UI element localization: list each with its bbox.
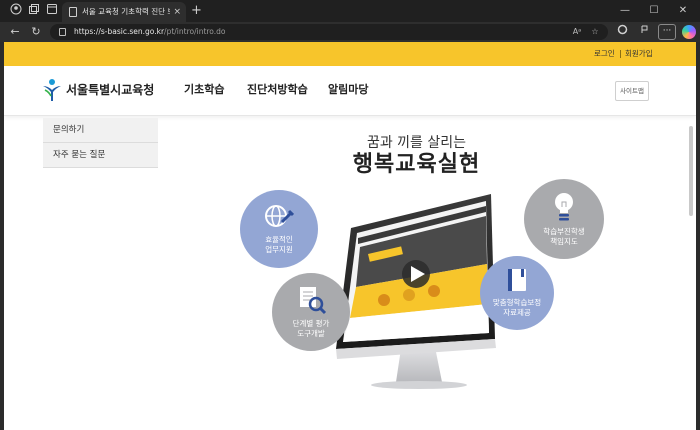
feature-label-2b: 도구개발 <box>297 329 325 338</box>
tab-title: 서울 교육청 기초학력 진단 보정 <box>82 7 170 16</box>
page-viewport: 로그인 회원가입 서울특별시교육청 기초학습 진단처방학습 알림마당 사이트맵 … <box>4 42 696 430</box>
favorite-star-icon[interactable]: ☆ <box>588 25 602 39</box>
close-window-button[interactable]: ✕ <box>672 2 694 20</box>
lightbulb-icon <box>555 193 573 221</box>
tab-actions-icon[interactable] <box>44 3 60 19</box>
url-text[interactable]: https://s-basic.sen.go.kr/pt/intro/intro… <box>74 26 226 38</box>
url-host: https://s-basic.sen.go.kr <box>74 27 165 36</box>
scrollbar-thumb[interactable] <box>689 126 693 216</box>
minimize-button[interactable]: — <box>614 2 636 20</box>
address-bar[interactable]: https://s-basic.sen.go.kr/pt/intro/intro… <box>50 24 608 40</box>
feature-label-3a: 학습부진학생 <box>543 227 585 236</box>
book-icon <box>508 269 526 291</box>
feature-label-1a: 효율적인 <box>265 235 293 244</box>
navigation-bar: ← ↻ https://s-basic.sen.go.kr/pt/intro/i… <box>0 22 700 42</box>
feature-efficient-support[interactable]: 효율적인 업무지원 <box>240 190 318 268</box>
extensions-icon[interactable] <box>614 24 630 40</box>
tab-bar: 서울 교육청 기초학력 진단 보정 × + — ☐ ✕ <box>0 0 700 22</box>
magnifier-document-icon <box>300 287 327 315</box>
read-aloud-icon[interactable]: Aᵃ <box>570 25 584 39</box>
favorites-icon[interactable] <box>636 24 652 40</box>
reload-button[interactable]: ↻ <box>28 24 44 40</box>
new-tab-button[interactable]: + <box>191 3 202 19</box>
feature-label-4b: 자료제공 <box>503 308 531 317</box>
url-path: /pt/intro/intro.do <box>164 27 226 36</box>
copilot-icon[interactable] <box>682 25 696 39</box>
feature-label-4a: 맞춤형학습보정 <box>492 298 542 307</box>
feature-label-2a: 단계별 평가 <box>292 319 330 328</box>
page-icon <box>69 7 77 17</box>
workspaces-icon[interactable] <box>26 3 42 19</box>
feature-custom-materials[interactable]: 맞춤형학습보정 자료제공 <box>480 256 554 330</box>
lock-icon <box>59 28 66 36</box>
back-button[interactable]: ← <box>7 24 23 40</box>
globe-wrench-icon <box>265 205 294 227</box>
feature-label-3b: 책임지도 <box>550 237 578 246</box>
maximize-button[interactable]: ☐ <box>643 2 665 20</box>
tab-active[interactable]: 서울 교육청 기초학력 진단 보정 × <box>62 2 186 22</box>
tab-close-icon[interactable]: × <box>173 5 181 19</box>
browser-window: 서울 교육청 기초학력 진단 보정 × + — ☐ ✕ ← ↻ https://… <box>0 0 700 430</box>
feature-stage-evaluation[interactable]: 단계별 평가 도구개발 <box>272 273 350 351</box>
profile-icon[interactable] <box>8 3 24 19</box>
feature-responsible-guidance[interactable]: 학습부진학생 책임지도 <box>524 179 604 259</box>
page-scrollbar[interactable] <box>688 116 694 416</box>
settings-menu-button[interactable]: ··· <box>658 24 676 40</box>
feature-label-1b: 업무지원 <box>265 245 293 254</box>
